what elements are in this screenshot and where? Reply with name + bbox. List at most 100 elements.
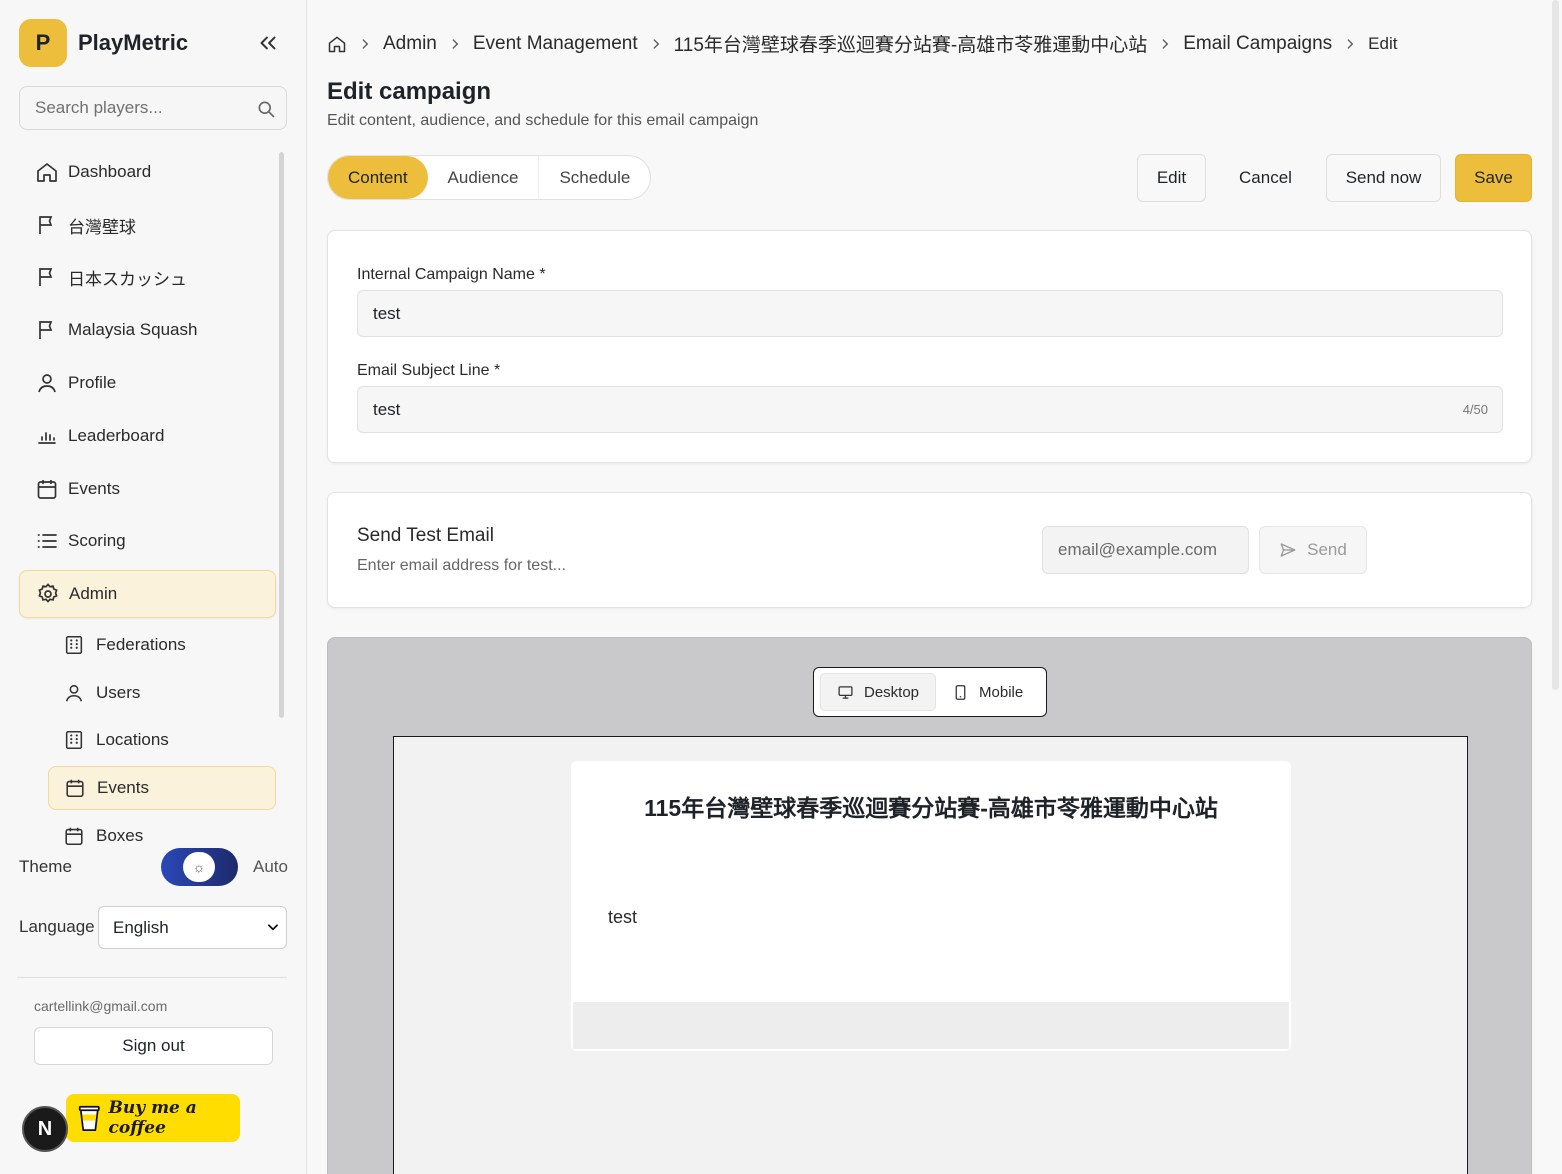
breadcrumb-event-management[interactable]: Event Management xyxy=(473,33,638,55)
breadcrumb-event[interactable]: 115年台灣壁球春季巡迴賽分站賽-高雄市苓雅運動中心站 xyxy=(674,30,1148,57)
email-body-text: test xyxy=(608,907,638,927)
subject-line-label: Email Subject Line * xyxy=(357,362,501,379)
breadcrumb-email-campaigns[interactable]: Email Campaigns xyxy=(1183,33,1332,55)
collapse-sidebar-icon[interactable] xyxy=(255,30,281,56)
breadcrumb-current: Edit xyxy=(1368,33,1398,53)
save-button[interactable]: Save xyxy=(1455,154,1532,202)
chevron-down-icon xyxy=(268,924,278,931)
tab-audience[interactable]: Audience xyxy=(428,156,539,199)
send-test-label: Send xyxy=(1307,540,1347,559)
chevron-right-icon xyxy=(653,38,659,49)
home-icon xyxy=(37,163,57,182)
chevron-right-icon xyxy=(452,38,459,49)
main-content: Admin Event Management 115年台灣壁球春季巡迴賽分站賽-… xyxy=(307,0,1562,1174)
send-test-email-subtitle: Enter email address for test... xyxy=(357,557,566,574)
buy-me-a-coffee-label: Buy me a coffee xyxy=(108,1098,197,1138)
theme-label: Theme xyxy=(19,857,72,876)
sidebar-item-label: 台灣壁球 xyxy=(68,217,136,237)
sidebar-subitem-federations[interactable]: Federations xyxy=(48,623,276,667)
sidebar-divider xyxy=(17,977,287,978)
building-icon xyxy=(65,635,83,655)
sidebar-item-label: 日本スカッシュ xyxy=(68,269,187,289)
device-toggle: Desktop Mobile xyxy=(813,667,1047,717)
campaign-name-value: test xyxy=(373,303,401,323)
sidebar-item-japan-squash[interactable]: 日本スカッシュ xyxy=(19,253,276,301)
sidebar-item-admin[interactable]: Admin xyxy=(19,570,276,618)
sidebar-scrollbar[interactable] xyxy=(279,152,284,718)
edit-button[interactable]: Edit xyxy=(1137,154,1206,202)
breadcrumb-admin[interactable]: Admin xyxy=(383,33,437,55)
sun-icon: ☼ xyxy=(183,852,215,882)
page-subtitle: Edit content, audience, and schedule for… xyxy=(327,112,759,129)
smartphone-icon xyxy=(955,684,966,700)
desktop-view-label: Desktop xyxy=(864,683,920,701)
calendar-icon xyxy=(66,779,84,798)
sidebar-item-taiwan-squash[interactable]: 台灣壁球 xyxy=(19,201,276,249)
sidebar-item-label: Scoring xyxy=(68,531,126,550)
subject-line-input[interactable]: test 4/50 xyxy=(357,386,1503,433)
theme-value: Auto xyxy=(253,857,288,876)
sidebar-subitem-label: Users xyxy=(96,683,141,702)
sidebar-subitem-label: Locations xyxy=(96,730,169,749)
sidebar-subitem-users[interactable]: Users xyxy=(48,671,276,715)
sidebar-subitem-label: Boxes xyxy=(96,826,144,845)
send-now-button[interactable]: Send now xyxy=(1326,154,1441,202)
language-label: Language xyxy=(19,917,95,936)
test-email-input[interactable] xyxy=(1042,526,1249,574)
sidebar-item-scoring[interactable]: Scoring xyxy=(19,517,276,565)
brand[interactable]: P PlayMetric xyxy=(19,19,188,67)
gear-icon xyxy=(38,583,58,603)
theme-toggle[interactable]: ☼ xyxy=(161,848,238,886)
search-input[interactable] xyxy=(20,87,240,129)
sidebar-item-label: Admin xyxy=(69,584,118,603)
send-test-email-title: Send Test Email xyxy=(357,525,494,546)
page-scrollbar[interactable] xyxy=(1552,0,1559,690)
chevron-right-icon xyxy=(1347,38,1354,49)
search-icon[interactable] xyxy=(256,99,276,119)
preview-canvas: 115年台灣壁球春季巡迴賽分站賽-高雄市苓雅運動中心站 test xyxy=(393,736,1468,1174)
email-footer xyxy=(573,1002,1289,1049)
sidebar-item-profile[interactable]: Profile xyxy=(19,359,276,407)
sidebar-item-label: Dashboard xyxy=(68,162,152,181)
subject-character-counter: 4/50 xyxy=(1462,402,1488,417)
sidebar-item-label: Leaderboard xyxy=(68,426,165,445)
send-test-email-card: Send Test Email Enter email address for … xyxy=(327,492,1532,608)
chevron-right-icon xyxy=(362,38,369,49)
send-test-button[interactable]: Send xyxy=(1259,526,1367,574)
buy-me-a-coffee-button[interactable]: Buy me a coffee xyxy=(66,1094,240,1142)
sidebar-item-leaderboard[interactable]: Leaderboard xyxy=(19,412,276,460)
bar-chart-icon xyxy=(38,432,56,444)
home-icon[interactable] xyxy=(327,34,347,54)
language-select[interactable]: English xyxy=(98,906,287,949)
sidebar-item-malaysia-squash[interactable]: Malaysia Squash xyxy=(19,306,276,354)
email-title: 115年台灣壁球春季巡迴賽分站賽-高雄市苓雅運動中心站 xyxy=(644,795,1218,821)
building-icon xyxy=(65,730,83,750)
cancel-button[interactable]: Cancel xyxy=(1222,154,1309,202)
mobile-view-button[interactable]: Mobile xyxy=(936,673,1039,711)
sidebar: P PlayMetric Dashboard 台灣壁球 日本スカッシュ Mala… xyxy=(0,0,307,1174)
tab-schedule[interactable]: Schedule xyxy=(539,156,650,199)
campaign-name-label: Internal Campaign Name * xyxy=(357,266,546,283)
desktop-view-button[interactable]: Desktop xyxy=(820,673,937,711)
sidebar-item-events[interactable]: Events xyxy=(19,465,276,513)
next-dev-badge[interactable]: N xyxy=(22,1106,68,1152)
sidebar-subitem-locations[interactable]: Locations xyxy=(48,718,276,762)
mobile-view-label: Mobile xyxy=(979,683,1024,701)
campaign-tabs: Content Audience Schedule xyxy=(327,155,652,200)
tab-content[interactable]: Content xyxy=(328,156,428,199)
sidebar-subitem-events[interactable]: Events xyxy=(48,766,276,810)
flag-icon xyxy=(39,268,53,286)
email-preview: Desktop Mobile 115年台灣壁球春季巡迴賽分站賽-高雄市苓雅運動中… xyxy=(327,637,1532,1174)
sidebar-item-dashboard[interactable]: Dashboard xyxy=(19,148,276,196)
language-value: English xyxy=(113,917,169,937)
user-icon xyxy=(38,374,56,393)
calendar-icon xyxy=(65,827,83,846)
sidebar-subitem-label: Events xyxy=(97,778,149,797)
send-icon xyxy=(1280,543,1296,557)
page-title: Edit campaign xyxy=(327,78,492,105)
subject-line-value: test xyxy=(373,399,401,419)
sign-out-button[interactable]: Sign out xyxy=(34,1027,273,1065)
sidebar-subitem-boxes[interactable]: Boxes xyxy=(48,814,276,858)
campaign-name-input[interactable]: test xyxy=(357,290,1503,337)
app-name: PlayMetric xyxy=(78,30,189,55)
